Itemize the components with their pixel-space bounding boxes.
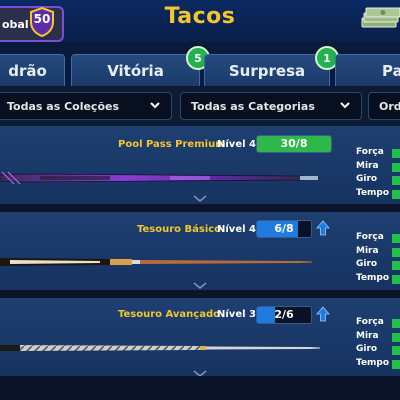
stat-label: Força	[356, 317, 384, 327]
tab-vitoria[interactable]: Vitória 5	[71, 46, 210, 87]
tab-label: Vitória	[107, 62, 164, 80]
cue-stats: Força Mira Giro Tempo	[356, 147, 400, 201]
stat-label: Tempo	[356, 357, 390, 368]
stat-bar	[392, 247, 400, 257]
cue-stats: Força Mira Giro Tempo	[356, 317, 400, 371]
filter-bar: Todas as Coleções Todas as Categorias Or…	[0, 86, 400, 126]
cash-stack-icon[interactable]	[360, 6, 400, 30]
top-bar: obal 50 Tacos	[0, 0, 400, 42]
categories-dropdown[interactable]: Todas as Categorias	[180, 92, 362, 120]
tab-padrao[interactable]: drão	[0, 54, 65, 87]
stat-bar	[392, 319, 400, 328]
cue-stick-image	[0, 345, 320, 351]
page-title: Tacos	[164, 4, 236, 29]
stat-label: Giro	[356, 344, 378, 354]
stat-spin: Giro	[356, 174, 400, 188]
order-dropdown[interactable]: Ord	[368, 92, 400, 120]
progress-text: 30/8	[280, 137, 308, 150]
expand-chevron-icon[interactable]	[192, 282, 208, 290]
stat-aim: Mira	[356, 331, 400, 345]
stat-label: Mira	[356, 160, 379, 171]
tab-surpresa[interactable]: Surpresa 1	[204, 46, 339, 87]
cue-stick-image	[0, 171, 319, 185]
expand-chevron-icon[interactable]	[192, 195, 208, 203]
chevron-down-icon	[340, 102, 350, 109]
stat-bar	[392, 149, 400, 158]
tab-next[interactable]: Pa	[335, 54, 400, 86]
stat-label: Mira	[356, 330, 379, 341]
stat-spin: Giro	[356, 344, 400, 358]
stat-aim: Mira	[356, 161, 400, 175]
stat-label: Mira	[356, 245, 379, 256]
stat-spin: Giro	[356, 259, 400, 273]
stat-bar	[392, 162, 400, 172]
stat-time: Tempo	[356, 273, 400, 287]
chevron-down-icon	[150, 102, 160, 109]
stat-label: Giro	[356, 174, 378, 184]
stat-aim: Mira	[356, 246, 400, 260]
cue-name: Tesouro Básico	[137, 224, 222, 235]
stat-force: Força	[356, 147, 400, 161]
stat-time: Tempo	[356, 188, 400, 202]
cue-level: Nível 4	[217, 139, 256, 150]
cue-stats: Força Mira Giro Tempo	[356, 232, 400, 286]
tab-bar: drão Vitória 5 Surpresa 1 Pa	[0, 42, 400, 87]
stat-force: Força	[356, 232, 400, 246]
cue-stick-image	[0, 258, 312, 266]
stat-label: Tempo	[356, 187, 390, 198]
cue-level: Nível 3	[217, 309, 256, 320]
tab-label: Surpresa	[228, 62, 306, 80]
cue-row[interactable]: Tesouro Avançado Nível 3 2/6 Força Mira …	[0, 298, 400, 376]
stat-time: Tempo	[356, 358, 400, 372]
cue-level: Nível 4	[217, 224, 256, 235]
stat-bar	[392, 234, 400, 243]
cue-name: Pool Pass Premium	[118, 139, 226, 150]
upgrade-arrow-icon[interactable]	[316, 220, 330, 236]
row-divider	[0, 290, 400, 298]
stat-bar	[392, 274, 400, 284]
collections-dropdown-value: Todas as Coleções	[7, 99, 120, 113]
stat-label: Giro	[356, 259, 378, 269]
upgrade-progress-bar: 30/8	[256, 135, 332, 153]
collections-dropdown[interactable]: Todas as Coleções	[0, 92, 172, 120]
categories-dropdown-value: Todas as Categorias	[191, 99, 315, 113]
stat-label: Força	[356, 147, 384, 157]
tab-label: drão	[8, 62, 47, 80]
upgrade-arrow-icon[interactable]	[316, 306, 330, 322]
stat-bar	[392, 176, 400, 185]
stat-bar	[392, 332, 400, 342]
progress-text: 2/6	[274, 308, 294, 321]
stat-bar	[392, 359, 400, 369]
stat-force: Força	[356, 317, 400, 331]
row-divider	[0, 204, 400, 212]
cue-row[interactable]: Pool Pass Premium Nível 4 30/8 Força Mir…	[0, 126, 400, 204]
cue-row[interactable]: Tesouro Básico Nível 4 6/8 Força Mira Gi…	[0, 212, 400, 290]
upgrade-progress-bar: 6/8	[256, 220, 312, 238]
stat-bar	[392, 261, 400, 270]
cue-name: Tesouro Avançado	[118, 309, 220, 320]
stat-label: Força	[356, 232, 384, 242]
order-dropdown-value: Ord	[379, 99, 400, 113]
progress-text: 6/8	[274, 222, 294, 235]
upgrade-progress-bar: 2/6	[256, 306, 312, 324]
tab-label: Pa	[382, 61, 400, 80]
row-divider	[0, 376, 400, 400]
stat-bar	[392, 346, 400, 355]
stat-bar	[392, 189, 400, 199]
stat-label: Tempo	[356, 272, 390, 283]
